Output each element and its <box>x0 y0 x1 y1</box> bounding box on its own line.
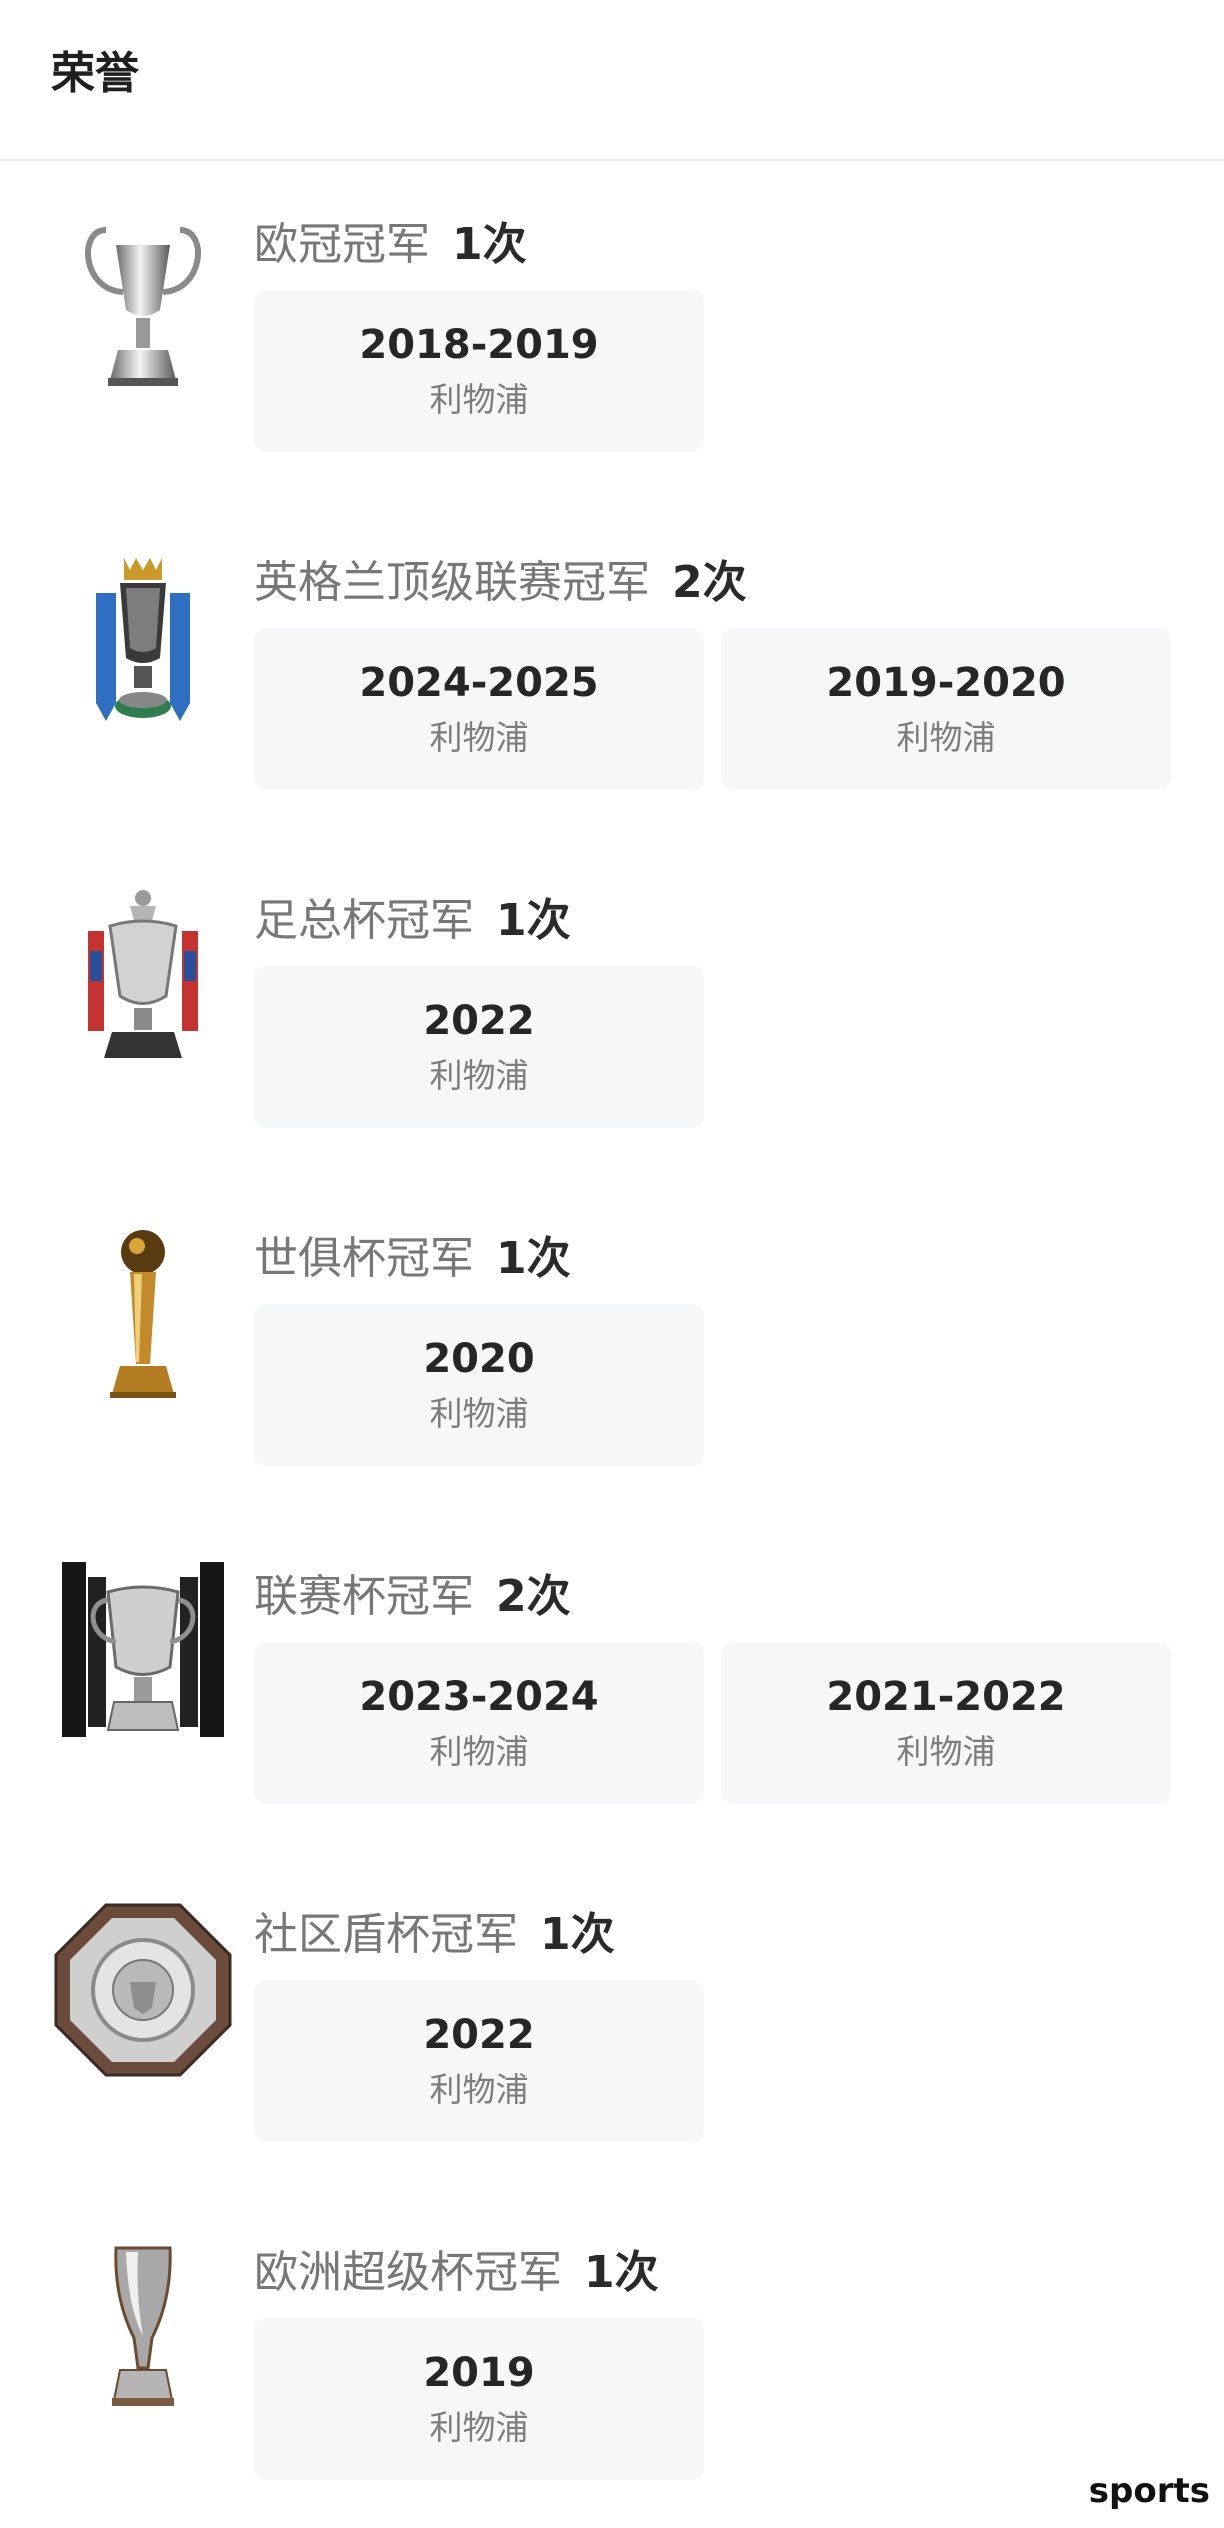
honor-header: 联赛杯冠军 2次 <box>254 1552 571 1632</box>
honor-title: 世俱杯冠军 <box>254 1233 474 1284</box>
season-card[interactable]: 2019-2020 利物浦 <box>721 628 1171 790</box>
honor-row: 欧洲超级杯冠军 1次 2019 利物浦 <box>0 2228 1224 2528</box>
community-shield-trophy-icon <box>48 1890 238 2090</box>
season-card-list: 2023-2024 利物浦 2021-2022 利物浦 <box>254 1642 1171 1804</box>
season-label: 2022 <box>423 998 535 1044</box>
uefa-super-cup-trophy-icon <box>48 2228 238 2428</box>
premier-league-trophy-icon <box>48 538 238 738</box>
season-card-list: 2022 利物浦 <box>254 966 704 1128</box>
season-card-list: 2022 利物浦 <box>254 1980 704 2142</box>
season-card[interactable]: 2022 利物浦 <box>254 966 704 1128</box>
honor-header: 足总杯冠军 1次 <box>254 876 571 956</box>
season-card[interactable]: 2023-2024 利物浦 <box>254 1642 704 1804</box>
honor-count: 2次 <box>496 1571 571 1622</box>
team-label: 利物浦 <box>896 1732 996 1771</box>
honor-count: 1次 <box>540 1909 615 1960</box>
season-label: 2021-2022 <box>826 1674 1066 1720</box>
season-card[interactable]: 2022 利物浦 <box>254 1980 704 2142</box>
honor-title: 联赛杯冠军 <box>254 1571 474 1622</box>
season-label: 2022 <box>423 2012 535 2058</box>
honor-title: 英格兰顶级联赛冠军 <box>254 557 650 608</box>
champions-league-trophy-icon <box>48 200 238 400</box>
honor-title: 社区盾杯冠军 <box>254 1909 518 1960</box>
honor-header: 欧洲超级杯冠军 1次 <box>254 2228 659 2308</box>
page-title: 荣誉 <box>51 48 139 99</box>
honor-title: 欧冠冠军 <box>254 219 430 270</box>
honor-row: 英格兰顶级联赛冠军 2次 2024-2025 利物浦 2019-2020 利物浦 <box>0 538 1224 838</box>
league-cup-trophy-icon <box>48 1552 238 1752</box>
honor-count: 1次 <box>584 2247 659 2298</box>
team-label: 利物浦 <box>429 380 529 419</box>
season-card-list: 2018-2019 利物浦 <box>254 290 704 452</box>
honor-row: 世俱杯冠军 1次 2020 利物浦 <box>0 1214 1224 1514</box>
season-label: 2023-2024 <box>359 1674 599 1720</box>
honor-header: 英格兰顶级联赛冠军 2次 <box>254 538 747 618</box>
team-label: 利物浦 <box>429 1394 529 1433</box>
season-label: 2020 <box>423 1336 535 1382</box>
honor-count: 1次 <box>452 219 527 270</box>
club-world-cup-trophy-icon <box>48 1214 238 1414</box>
honor-row: 社区盾杯冠军 1次 2022 利物浦 <box>0 1890 1224 2190</box>
honor-count: 2次 <box>672 557 747 608</box>
honor-count: 1次 <box>496 1233 571 1284</box>
season-label: 2019-2020 <box>826 660 1066 706</box>
team-label: 利物浦 <box>429 1732 529 1771</box>
honor-row: 足总杯冠军 1次 2022 利物浦 <box>0 876 1224 1176</box>
honor-count: 1次 <box>496 895 571 946</box>
team-label: 利物浦 <box>429 1056 529 1095</box>
team-label: 利物浦 <box>429 2070 529 2109</box>
honor-header: 世俱杯冠军 1次 <box>254 1214 571 1294</box>
fa-cup-trophy-icon <box>48 876 238 1076</box>
season-card[interactable]: 2020 利物浦 <box>254 1304 704 1466</box>
season-label: 2018-2019 <box>359 322 599 368</box>
honor-row: 联赛杯冠军 2次 2023-2024 利物浦 2021-2022 利物浦 <box>0 1552 1224 1852</box>
season-card-list: 2020 利物浦 <box>254 1304 704 1466</box>
team-label: 利物浦 <box>429 718 529 757</box>
honor-row: 欧冠冠军 1次 2018-2019 利物浦 <box>0 200 1224 500</box>
watermark: sports <box>1088 2471 1210 2511</box>
season-card[interactable]: 2021-2022 利物浦 <box>721 1642 1171 1804</box>
season-label: 2024-2025 <box>359 660 599 706</box>
season-card[interactable]: 2024-2025 利物浦 <box>254 628 704 790</box>
team-label: 利物浦 <box>896 718 996 757</box>
honor-title: 欧洲超级杯冠军 <box>254 2247 562 2298</box>
page-header: 荣誉 <box>0 0 1224 161</box>
season-label: 2019 <box>423 2350 535 2396</box>
honor-title: 足总杯冠军 <box>254 895 474 946</box>
season-card[interactable]: 2018-2019 利物浦 <box>254 290 704 452</box>
season-card-list: 2024-2025 利物浦 2019-2020 利物浦 <box>254 628 1171 790</box>
season-card[interactable]: 2019 利物浦 <box>254 2318 704 2480</box>
team-label: 利物浦 <box>429 2408 529 2447</box>
honor-header: 社区盾杯冠军 1次 <box>254 1890 615 1970</box>
season-card-list: 2019 利物浦 <box>254 2318 704 2480</box>
honor-header: 欧冠冠军 1次 <box>254 200 527 280</box>
